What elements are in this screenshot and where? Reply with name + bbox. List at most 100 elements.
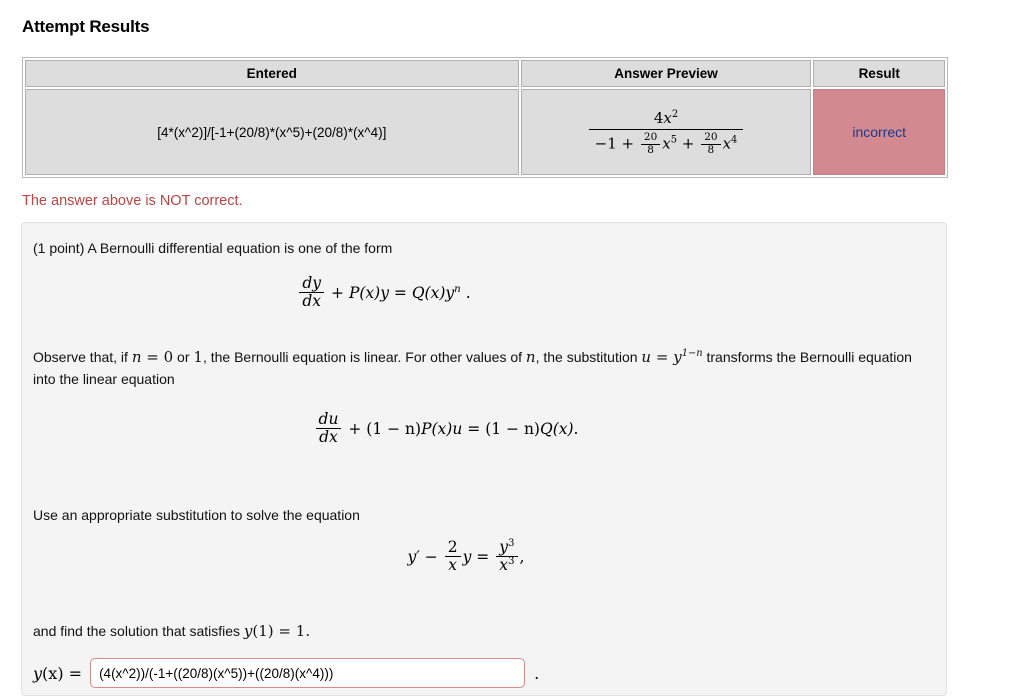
equation3-frac-den: x	[444, 556, 461, 574]
table-row: [4*(x^2)]/[-1+(20/8)*(x^5)+(20/8)*(x^4)]…	[25, 89, 945, 175]
observe-text-part3: , the substitution	[535, 349, 642, 365]
answer-preview-fraction: 4x2 −1 + 20 8 x5 + 20 8 x4	[588, 108, 744, 157]
equation1-px-term: P(x)y	[348, 284, 389, 303]
observe-value-one: 1	[193, 348, 203, 366]
problem-condition-text: and find the solution that satisfies y(1…	[33, 621, 310, 643]
observe-text-part2: , the Bernoulli equation is linear. For …	[202, 349, 526, 365]
equation2-expression: du dx + (1 − n)P(x)u = (1 − n)Q(x).	[314, 410, 579, 446]
equation3-rhs-fraction: y3 x3	[496, 537, 518, 575]
denominator-constant: −1	[594, 134, 617, 153]
observe-variable-u: u	[641, 348, 652, 366]
equation1-derivative-fraction: dy dx	[299, 274, 325, 311]
equation1-frac-num: dy	[302, 274, 322, 292]
denominator-plus-1: +	[621, 134, 635, 153]
equation1-plus: +	[331, 284, 344, 303]
denominator-frac2-num: 20	[704, 130, 718, 143]
condition-equals: =	[273, 622, 296, 640]
numerator-variable: x	[663, 108, 672, 127]
denominator-frac1-num: 20	[643, 130, 658, 143]
equation3-equals: =	[476, 548, 490, 567]
numerator-coefficient: 4	[653, 108, 664, 127]
equation3-y: y	[462, 548, 472, 567]
denominator-frac2-den: 8	[701, 143, 721, 157]
equation2-frac-den: dx	[315, 428, 342, 446]
equation1-expression: dy dx + P(x)y = Q(x)yn .	[297, 274, 471, 310]
equation2-frac-num: du	[318, 410, 339, 428]
table-header-row: Entered Answer Preview Result	[25, 60, 945, 87]
equation1-exponent-n: n	[454, 284, 461, 296]
equation1-equals: =	[393, 284, 407, 303]
equation2-derivative-fraction: du dx	[315, 410, 342, 447]
column-header-result: Result	[813, 60, 945, 87]
numerator-exponent: 2	[671, 108, 679, 120]
problem-panel: (1 point) A Bernoulli differential equat…	[21, 222, 947, 696]
answer-label-arg: (x)	[42, 663, 64, 683]
denominator-frac1-den: 8	[640, 143, 661, 157]
equation3-rhs-den-var: x	[499, 556, 508, 575]
denominator-term2-exp: 4	[731, 134, 738, 146]
denominator-fraction-1: 20 8	[640, 130, 661, 157]
condition-period: .	[305, 622, 311, 640]
equation3-y-prime: y′	[407, 548, 420, 567]
equation2-coefficient-2: (1 − n)	[485, 420, 540, 439]
answer-label-equals: =	[63, 663, 83, 683]
equation1-frac-den: dx	[299, 292, 325, 310]
observe-text-part1: Observe that, if	[33, 349, 132, 365]
answer-label-y: y	[33, 663, 43, 683]
equation3-rhs-num: y3	[496, 537, 517, 556]
equation-linear-transformed: du dx + (1 − n)P(x)u = (1 − n)Q(x).	[0, 410, 908, 447]
page-title: Attempt Results	[22, 17, 150, 36]
column-header-answer-preview: Answer Preview	[520, 60, 812, 87]
equation3-frac-num: 2	[447, 538, 458, 556]
feedback-message: The answer above is NOT correct.	[22, 193, 243, 209]
equation3-coefficient-fraction: 2x	[444, 538, 461, 575]
observe-equals: =	[141, 348, 164, 366]
condition-argument: (1)	[252, 622, 274, 640]
equation2-equals: =	[467, 420, 481, 439]
condition-text: and find the solution that satisfies	[33, 623, 244, 639]
equation2-period: .	[573, 420, 579, 439]
answer-preview-denominator: −1 + 20 8 x5 + 20 8 x4	[588, 128, 744, 157]
equation3-minus: −	[424, 548, 438, 567]
cell-entered-answer: [4*(x^2)]/[-1+(20/8)*(x^5)+(20/8)*(x^4)]	[25, 89, 519, 175]
equation1-period: .	[465, 284, 471, 303]
denominator-plus-2: +	[681, 134, 695, 153]
column-header-entered: Entered	[25, 60, 519, 87]
answer-input[interactable]	[90, 658, 526, 688]
equation2-coefficient-1: (1 − n)	[366, 420, 422, 439]
equation2-plus: +	[348, 420, 362, 439]
observe-variable-n: n	[131, 348, 142, 366]
observe-u-equals: =	[651, 348, 674, 366]
equation2-qx-term: Q(x)	[539, 420, 574, 439]
observe-or: or	[173, 349, 194, 365]
equation2-px-term: P(x)u	[421, 420, 463, 439]
answer-label: y(x) =	[33, 664, 82, 683]
problem-substitution-prompt: Use an appropriate substitution to solve…	[33, 507, 360, 523]
attempt-results-table: Entered Answer Preview Result [4*(x^2)]/…	[22, 57, 948, 178]
observe-variable-y: y	[673, 348, 682, 366]
answer-preview-numerator: 4x2	[589, 108, 744, 129]
equation3-comma: ,	[519, 548, 525, 567]
equation3-rhs-num-var: y	[499, 538, 508, 556]
denominator-fraction-2: 20 8	[701, 130, 721, 157]
denominator-term2-var: x	[722, 134, 732, 153]
answer-entry-row: y(x) = .	[33, 658, 539, 688]
equation3-rhs-den-exp: 3	[507, 556, 515, 568]
attempt-results-page: Attempt Results Entered Answer Preview R…	[0, 0, 1024, 698]
equation3-expression: y′ − 2xy = y3 x3,	[407, 538, 525, 574]
denominator-term1-var: x	[662, 134, 671, 153]
equation-bernoulli-form: dy dx + P(x)y = Q(x)yn .	[0, 274, 846, 311]
equation3-rhs-num-exp: 3	[507, 537, 515, 549]
problem-observe-text: Observe that, if n = 0 or 1, the Bernoul…	[33, 347, 933, 389]
denominator-term1-exp: 5	[670, 134, 678, 146]
status-badge-result: incorrect	[813, 89, 945, 175]
answer-trailing-period: .	[534, 663, 540, 683]
equation-to-solve: y′ − 2xy = y3 x3,	[4, 538, 928, 575]
observe-y-exponent: 1−n	[681, 348, 703, 359]
equation1-qx-term: Q(x)y	[411, 284, 455, 303]
observe-value-zero: 0	[163, 348, 174, 366]
condition-value: 1	[295, 622, 306, 640]
cell-answer-preview: 4x2 −1 + 20 8 x5 + 20 8 x4	[520, 89, 812, 175]
equation3-rhs-den: x3	[496, 556, 518, 575]
problem-intro-text: (1 point) A Bernoulli differential equat…	[33, 240, 393, 256]
